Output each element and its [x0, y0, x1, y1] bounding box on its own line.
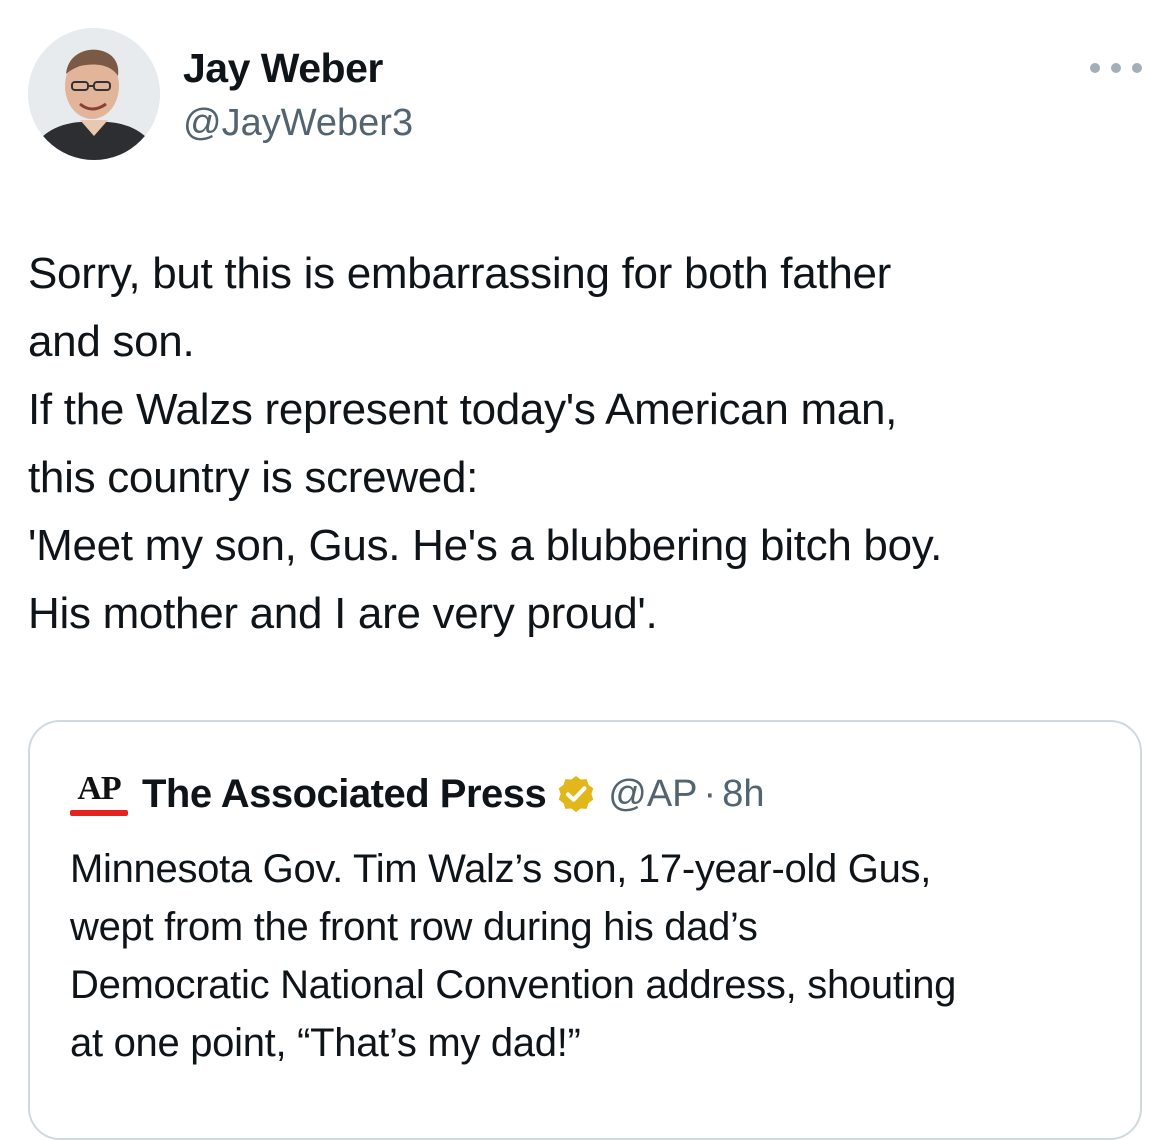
- quoted-text-line: Democratic National Convention address, …: [70, 963, 957, 1007]
- more-dot: [1132, 63, 1142, 73]
- quoted-text-line: Minnesota Gov. Tim Walz’s son, 17-year-o…: [70, 847, 932, 891]
- more-options-icon[interactable]: [1090, 55, 1142, 81]
- tweet-text: Sorry, but this is embarrassing for both…: [28, 240, 1148, 648]
- more-dot: [1090, 63, 1100, 73]
- tweet-text-line: this country is screwed:: [28, 453, 479, 502]
- author-handle[interactable]: @JayWeber3: [183, 100, 413, 146]
- ap-logo-underline: [70, 810, 128, 816]
- quoted-tweet-text: Minnesota Gov. Tim Walz’s son, 17-year-o…: [70, 840, 1130, 1072]
- tweet: Jay Weber @JayWeber3 Sorry, but this is …: [0, 0, 1169, 1140]
- quoted-author-handle[interactable]: @AP: [608, 773, 697, 816]
- more-dot: [1111, 63, 1121, 73]
- quoted-tweet-timestamp[interactable]: 8h: [722, 773, 764, 816]
- quoted-text-line: wept from the front row during his dad’s: [70, 905, 758, 949]
- tweet-text-line: 'Meet my son, Gus. He's a blubbering bit…: [28, 521, 943, 570]
- quoted-tweet-header: AP The Associated Press @AP · 8h: [70, 768, 764, 820]
- quoted-tweet-card[interactable]: AP The Associated Press @AP · 8h Minneso…: [28, 720, 1142, 1140]
- ap-logo-text: AP: [77, 770, 121, 807]
- ap-logo-avatar[interactable]: AP: [70, 768, 128, 820]
- tweet-text-line: His mother and I are very proud'.: [28, 589, 658, 638]
- tweet-text-line: and son.: [28, 317, 195, 366]
- quoted-text-line: at one point, “That’s my dad!”: [70, 1021, 581, 1065]
- quoted-author-display-name[interactable]: The Associated Press: [142, 772, 547, 817]
- meta-separator: ·: [703, 772, 717, 815]
- tweet-text-line: If the Walzs represent today's American …: [28, 385, 898, 434]
- avatar[interactable]: [28, 28, 160, 160]
- profile-photo: [28, 28, 160, 160]
- gold-verified-badge-icon: [559, 776, 594, 812]
- author-display-name[interactable]: Jay Weber: [183, 44, 383, 92]
- tweet-text-line: Sorry, but this is embarrassing for both…: [28, 249, 892, 298]
